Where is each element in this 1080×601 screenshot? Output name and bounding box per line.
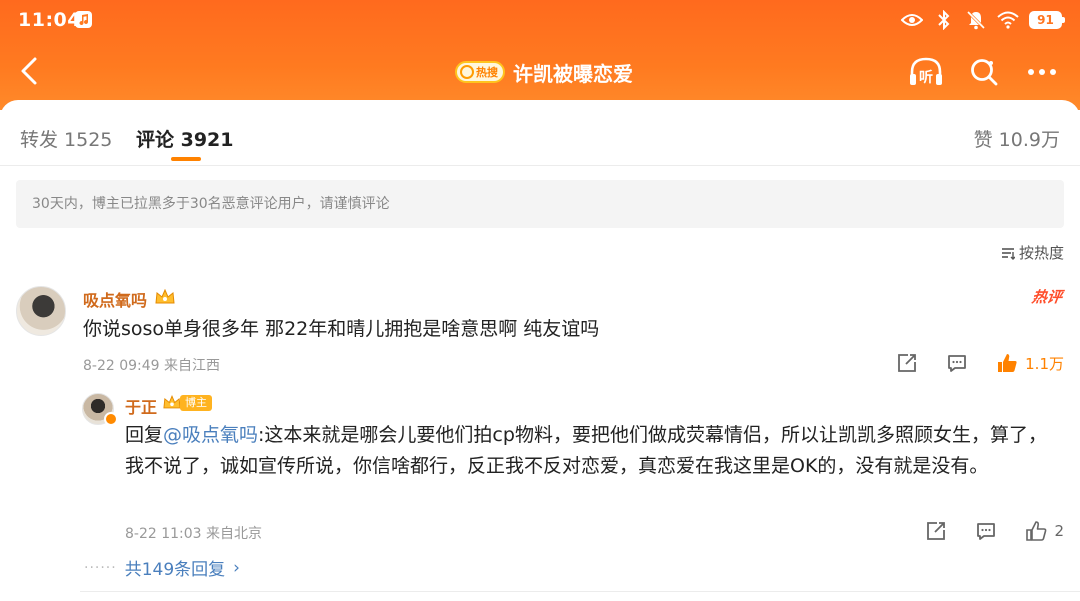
reply-username[interactable]: 于正 xyxy=(125,394,157,418)
battery-icon: 91 xyxy=(1029,11,1065,29)
reply-meta: 8-22 11:03 来自北京 xyxy=(125,526,263,542)
battery-level: 91 xyxy=(1031,13,1060,27)
blogger-tag: 博主 xyxy=(180,395,212,411)
more-replies-dots: ······ xyxy=(84,559,117,576)
comment-icon[interactable] xyxy=(974,519,998,543)
nav-actions: 听 xyxy=(908,54,1060,90)
chevron-right-icon: › xyxy=(233,557,240,578)
bluetooth-icon xyxy=(933,9,955,31)
sort-label: 按热度 xyxy=(1018,244,1064,262)
like-count: 1.1万 xyxy=(1025,354,1064,373)
eye-icon xyxy=(901,9,923,31)
back-chevron-icon[interactable] xyxy=(14,54,48,88)
topic-title[interactable]: 热搜 许凯被曝恋爱 xyxy=(455,58,633,86)
hot-search-label: 热搜 xyxy=(476,66,498,79)
tab-like[interactable]: 赞 10.9万 xyxy=(974,125,1060,152)
sort-button[interactable]: 按热度 xyxy=(1001,242,1064,263)
reply-actions: 2 xyxy=(924,519,1064,543)
status-icons: 91 xyxy=(901,9,1065,31)
more-replies-label: 共149条回复 xyxy=(124,560,226,580)
divider xyxy=(80,591,1080,592)
share-icon[interactable] xyxy=(924,519,948,543)
tab-bar: 转发 1525 评论 3921 赞 10.9万 xyxy=(0,100,1080,166)
navigation-bar: 热搜 许凯被曝恋爱 听 xyxy=(0,40,1080,102)
listen-headphones-icon[interactable]: 听 xyxy=(908,54,944,90)
more-replies-link[interactable]: ······ 共149条回复 › xyxy=(84,555,240,581)
comment-username[interactable]: 吸点氧吗 xyxy=(83,287,147,311)
status-time: 11:04 xyxy=(18,9,81,31)
comment-icon[interactable] xyxy=(945,351,969,375)
comment-actions: 1.1万 xyxy=(895,351,1064,375)
mute-bell-icon xyxy=(965,9,987,31)
search-icon[interactable] xyxy=(966,54,1002,90)
tab-comment[interactable]: 评论 3921 xyxy=(136,125,234,152)
active-tab-indicator xyxy=(171,157,201,161)
verified-badge-icon xyxy=(104,412,118,426)
page-title: 许凯被曝恋爱 xyxy=(513,61,633,86)
search-q-icon xyxy=(460,65,474,79)
comment-text: 你说soso单身很多年 那22年和晴儿拥抱是啥意思啊 纯友谊吗 xyxy=(83,318,600,340)
like-icon[interactable] xyxy=(1024,519,1048,543)
like-count: 2 xyxy=(1054,522,1064,540)
tab-repost[interactable]: 转发 1525 xyxy=(20,125,112,152)
sort-icon xyxy=(1001,247,1015,260)
listen-label: 听 xyxy=(919,69,933,86)
reply-prefix: 回复 xyxy=(125,424,164,446)
comment-notice: 30天内，博主已拉黑多于30名恶意评论用户，请谨慎评论 xyxy=(16,180,1064,228)
comment-meta: 8-22 09:49 来自江西 xyxy=(83,358,221,374)
top-header: 11:04 91 热搜 许凯被曝恋爱 听 xyxy=(0,0,1080,110)
hot-comment-badge: 热评 xyxy=(1030,288,1064,306)
share-icon[interactable] xyxy=(895,351,919,375)
content-panel: 转发 1525 评论 3921 赞 10.9万 30天内，博主已拉黑多于30名恶… xyxy=(0,100,1080,601)
member-crown-icon xyxy=(155,288,175,305)
status-bar: 11:04 91 xyxy=(0,0,1080,40)
wifi-icon xyxy=(997,9,1019,31)
reply-body: :这本来就是哪会儿要他们拍cp物料，要把他们做成荧幕情侣，所以让凯凯多照顾女生，… xyxy=(125,424,1047,477)
like-icon[interactable] xyxy=(995,351,1019,375)
avatar[interactable] xyxy=(16,286,66,336)
reply-text: 回复@吸点氧吗:这本来就是哪会儿要他们拍cp物料，要把他们做成荧幕情侣，所以让凯… xyxy=(125,420,1065,482)
music-app-icon xyxy=(75,11,92,28)
hot-search-badge: 热搜 xyxy=(455,61,505,83)
reply-mention-link[interactable]: @吸点氧吗 xyxy=(163,424,258,446)
more-dots-icon[interactable] xyxy=(1024,54,1060,90)
